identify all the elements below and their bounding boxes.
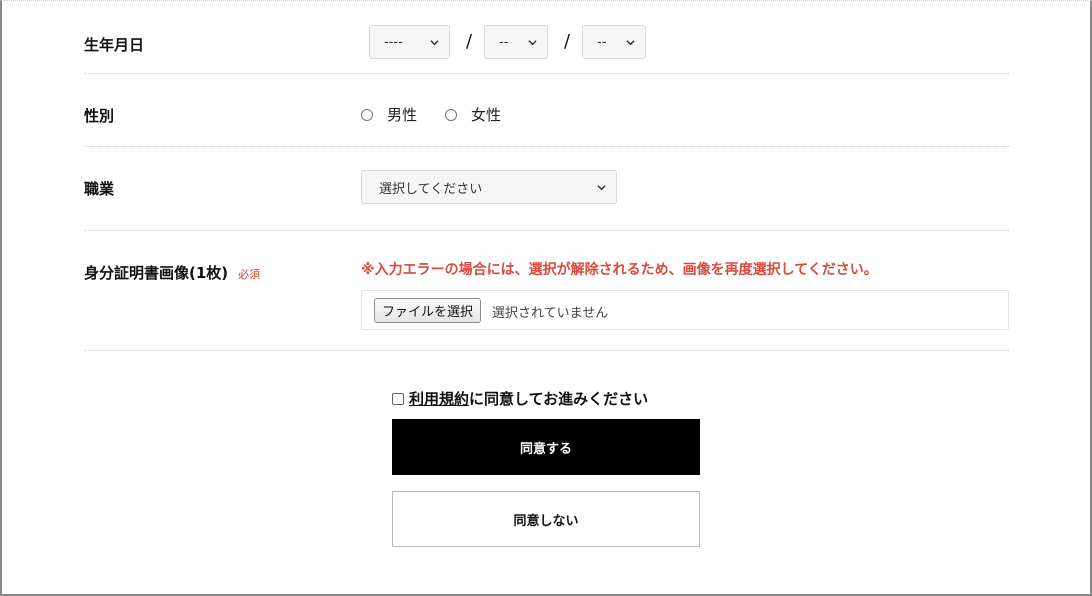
birth-day-value: -- [597,34,607,50]
radio-female[interactable] [445,108,457,121]
terms-agreement: 利用規約 に同意してお進みください [392,388,648,409]
upload-warning: ※入力エラーの場合には、選択が解除されるため、画像を再度選択してください。 [361,262,878,278]
id-image-label-text: 身分証明書画像(1枚) [84,264,229,282]
birth-year-value: ---- [384,34,403,50]
chevron-down-icon [430,39,439,45]
gender-row: 性別 [84,74,1009,147]
chevron-down-icon [626,39,635,45]
terms-link[interactable]: 利用規約 [409,388,469,409]
terms-suffix: に同意してお進みください [469,390,649,408]
gender-female-label: 女性 [471,106,502,124]
occupation-value: 選択してください [379,181,483,197]
birth-year-select[interactable]: ---- [369,25,450,59]
birth-day-select[interactable]: -- [582,25,646,59]
radio-male[interactable] [361,108,373,121]
agree-button[interactable]: 同意する [392,419,700,475]
date-separator: / [564,31,571,52]
chevron-down-icon [597,184,606,190]
choose-file-button[interactable]: ファイルを選択 [374,298,482,323]
date-separator: / [466,31,473,52]
file-status-text: 選択されていません [492,306,609,321]
gender-male-option[interactable]: 男性 [361,104,417,125]
gender-male-label: 男性 [387,106,418,124]
birthdate-label: 生年月日 [84,36,145,54]
gender-female-option[interactable]: 女性 [445,104,501,125]
occupation-select[interactable]: 選択してください [361,170,617,204]
disagree-button[interactable]: 同意しない [392,491,700,547]
occupation-label: 職業 [84,180,115,198]
required-badge: 必須 [238,268,261,281]
chevron-down-icon [528,39,537,45]
id-image-label: 身分証明書画像(1枚) 必須 [84,262,260,283]
file-input: ファイルを選択 選択されていません [361,290,1009,330]
terms-checkbox[interactable] [392,392,404,405]
birth-month-select[interactable]: -- [484,25,548,59]
birth-month-value: -- [499,34,509,50]
gender-label: 性別 [84,107,115,125]
